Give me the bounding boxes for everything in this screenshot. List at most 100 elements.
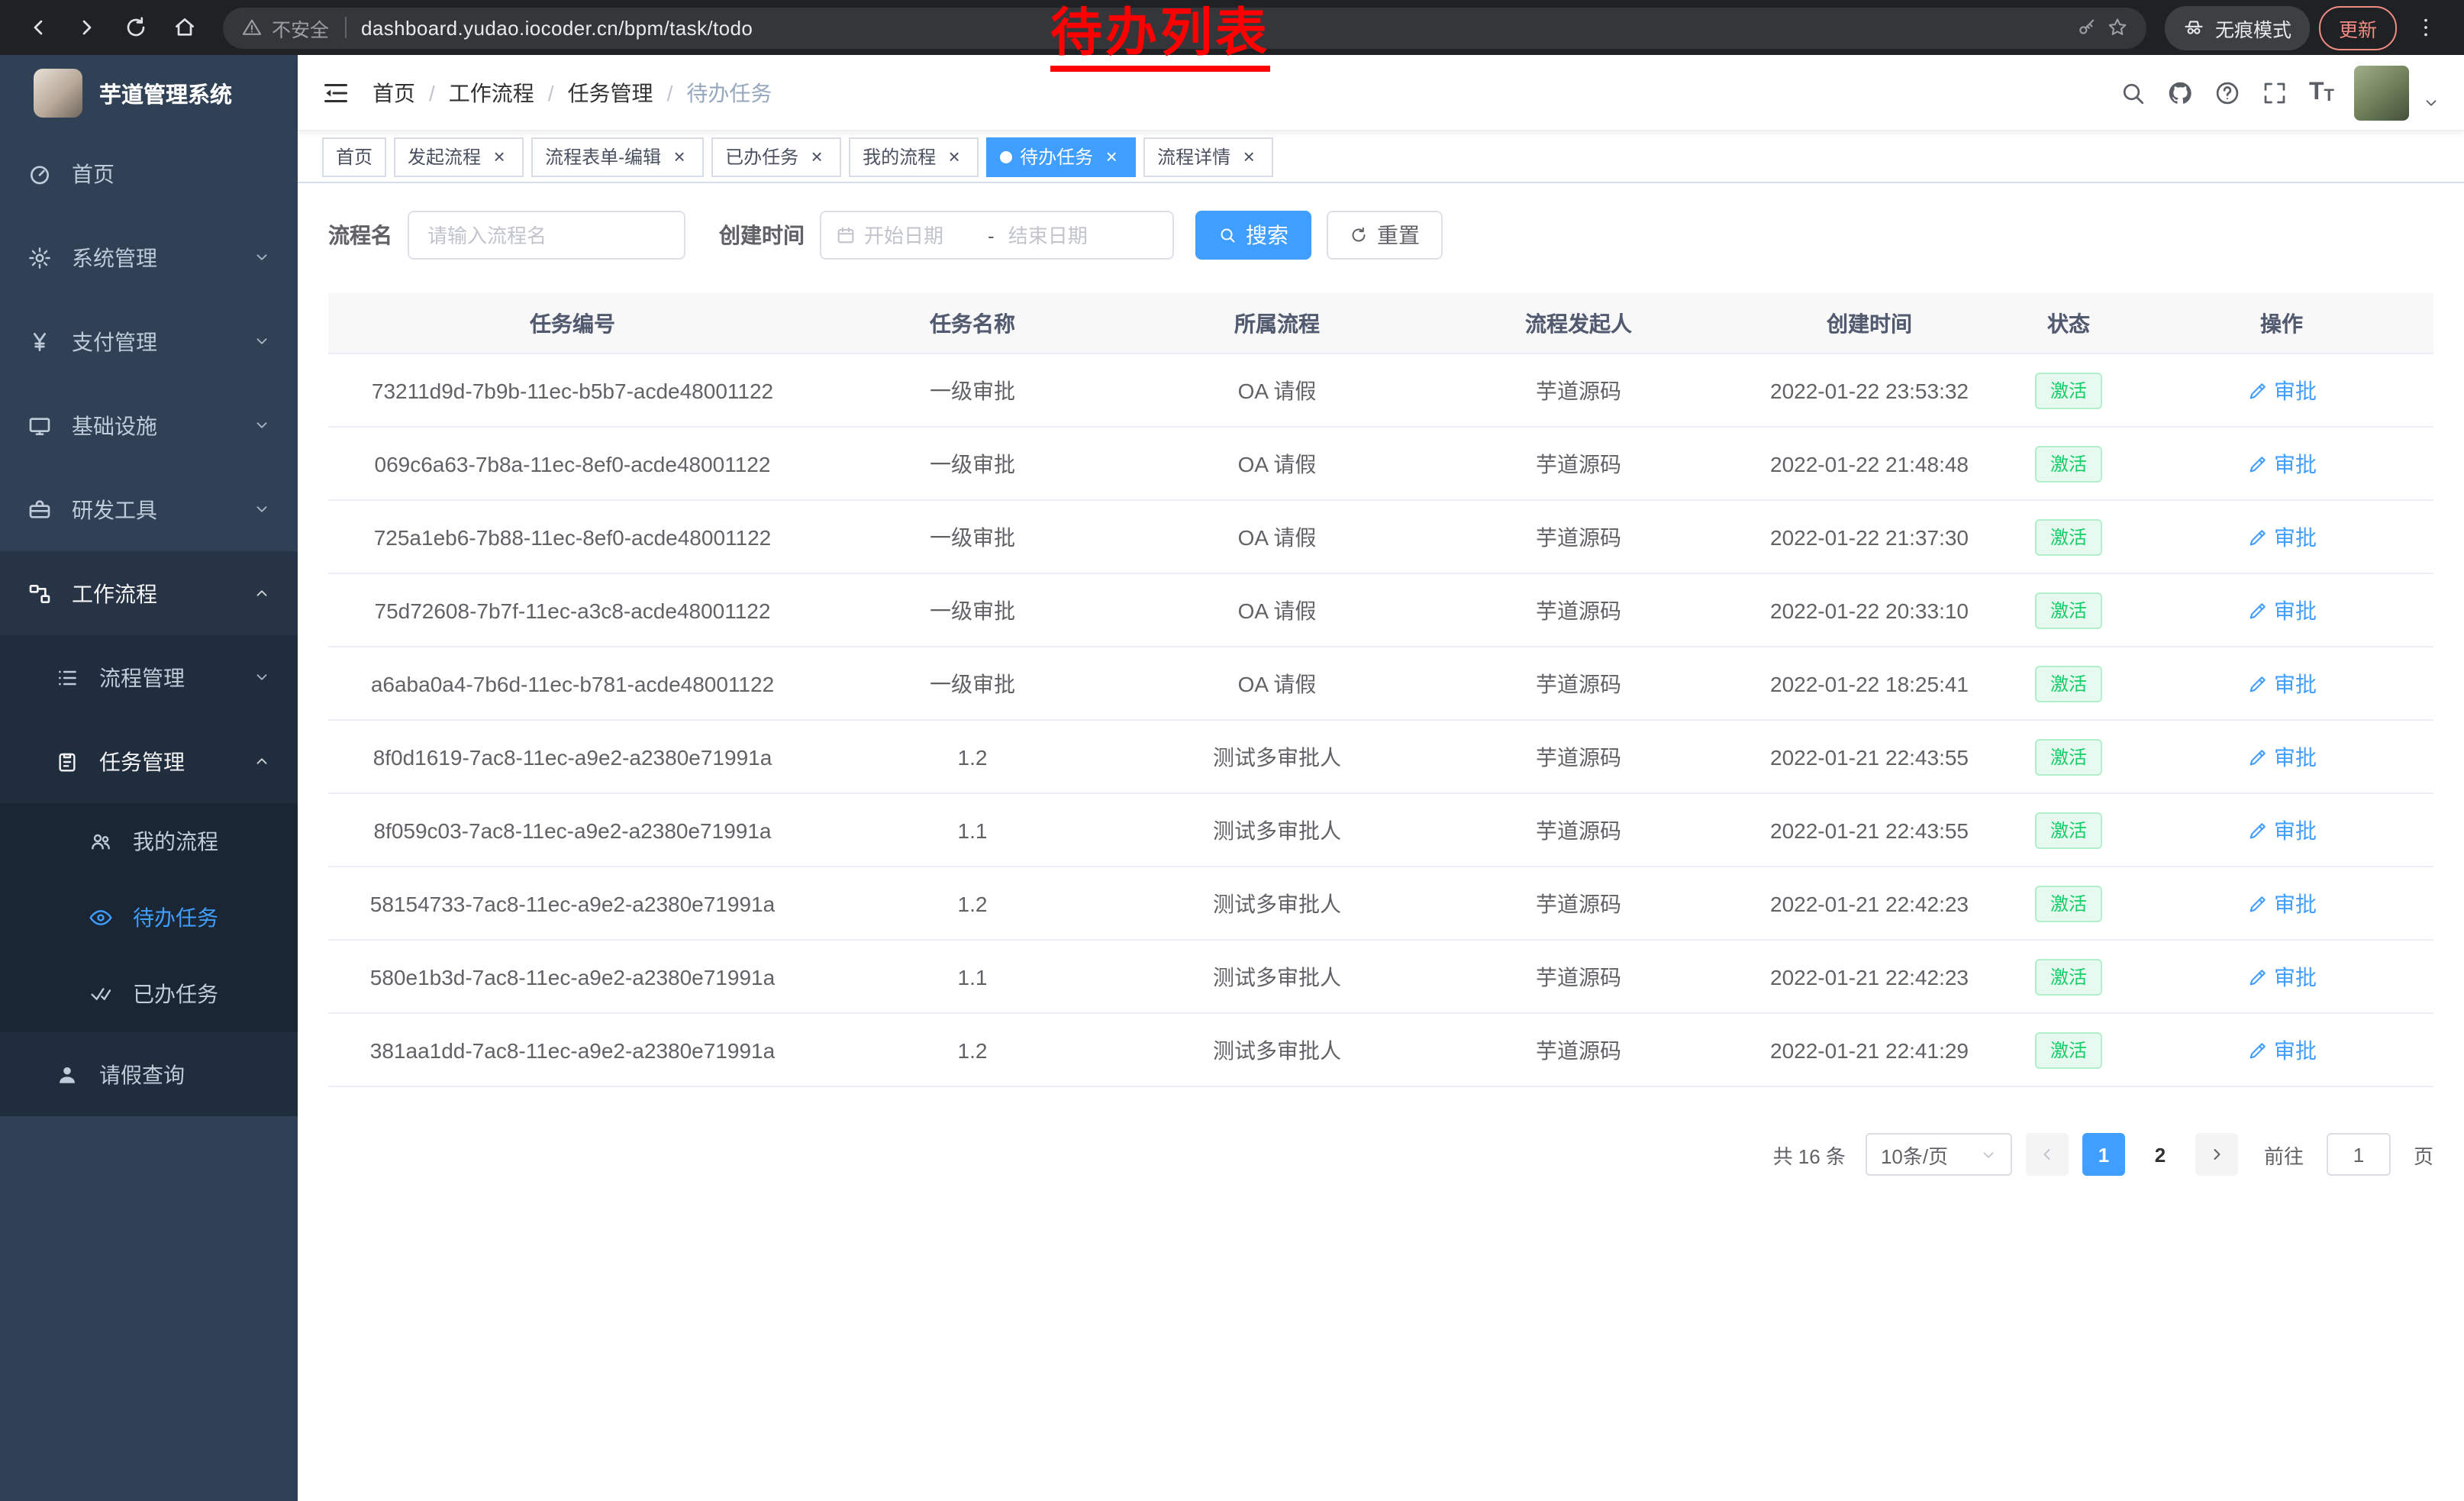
prev-page-button[interactable]	[2026, 1133, 2069, 1176]
font-size-icon[interactable]: TT	[2309, 80, 2334, 105]
cell-starter: 芋道源码	[1426, 961, 1731, 992]
close-icon[interactable]: ×	[669, 146, 690, 167]
forward-button[interactable]	[67, 8, 107, 47]
reload-button[interactable]	[116, 8, 156, 47]
next-page-button[interactable]	[2195, 1133, 2238, 1176]
search-icon[interactable]	[2120, 79, 2147, 106]
breadcrumb-task-management[interactable]: 任务管理	[568, 77, 653, 108]
sidebar-item-done-tasks[interactable]: 已办任务	[0, 956, 298, 1032]
cell-task-id: 8f0d1619-7ac8-11ec-a9e2-a2380e71991a	[328, 744, 817, 769]
page-1-button[interactable]: 1	[2082, 1133, 2125, 1176]
approve-link[interactable]: 审批	[2246, 815, 2317, 845]
avatar[interactable]	[2354, 65, 2409, 120]
tab-todo-tasks[interactable]: 待办任务×	[986, 137, 1136, 176]
table-row: 8f0d1619-7ac8-11ec-a9e2-a2380e71991a 1.2…	[328, 721, 2433, 794]
address-divider	[344, 17, 346, 38]
approve-link[interactable]: 审批	[2246, 521, 2317, 552]
sidebar-item-task-management[interactable]: 任务管理	[0, 719, 298, 803]
cell-process: 测试多审批人	[1128, 815, 1426, 845]
cell-task-name: 一级审批	[817, 375, 1128, 405]
close-icon[interactable]: ×	[1238, 146, 1259, 167]
edit-icon	[2246, 673, 2268, 694]
bookmark-star-icon[interactable]	[2107, 17, 2128, 38]
sidebar-item-leave-query[interactable]: 请假查询	[0, 1032, 298, 1116]
tab-home[interactable]: 首页	[322, 137, 386, 176]
breadcrumb-current: 待办任务	[686, 77, 772, 108]
address-bar[interactable]: 不安全 dashboard.yudao.iocoder.cn/bpm/task/…	[223, 7, 2146, 48]
cell-create-time: 2022-01-22 23:53:32	[1731, 378, 2008, 402]
breadcrumb-separator: /	[548, 80, 554, 105]
key-icon[interactable]	[2076, 17, 2098, 38]
create-time-label: 创建时间	[719, 220, 805, 250]
sidebar-item-infrastructure[interactable]: 基础设施	[0, 383, 298, 467]
close-icon[interactable]: ×	[1101, 146, 1122, 167]
page-size-select[interactable]: 10条/页	[1866, 1133, 2012, 1176]
tab-process-form-edit[interactable]: 流程表单-编辑×	[531, 137, 704, 176]
cell-task-name: 一级审批	[817, 521, 1128, 552]
start-date-input[interactable]	[864, 224, 974, 247]
page-2-button[interactable]: 2	[2139, 1133, 2182, 1176]
monitor-icon	[27, 413, 52, 437]
approve-link[interactable]: 审批	[2246, 961, 2317, 992]
approve-link[interactable]: 审批	[2246, 741, 2317, 772]
sidebar-item-todo-tasks[interactable]: 待办任务	[0, 880, 298, 956]
goto-page-input[interactable]	[2327, 1133, 2391, 1176]
tab-my-process[interactable]: 我的流程×	[849, 137, 979, 176]
filter-bar: 流程名 创建时间 - 搜索 重置	[328, 211, 2433, 260]
approve-link[interactable]: 审批	[2246, 1035, 2317, 1065]
cell-starter: 芋道源码	[1426, 741, 1731, 772]
sidebar-item-devtools[interactable]: 研发工具	[0, 467, 298, 551]
search-button[interactable]: 搜索	[1195, 211, 1311, 260]
logo[interactable]: 芋道管理系统	[0, 55, 298, 131]
date-range-picker[interactable]: -	[820, 211, 1174, 260]
reset-button[interactable]: 重置	[1327, 211, 1443, 260]
process-name-label: 流程名	[328, 220, 392, 250]
help-icon[interactable]	[2214, 79, 2242, 106]
fullscreen-icon[interactable]	[2262, 79, 2289, 106]
url-text: dashboard.yudao.iocoder.cn/bpm/task/todo	[361, 16, 753, 39]
sidebar-menu: 首页 系统管理 支付管理 基础设施	[0, 131, 298, 1116]
close-icon[interactable]: ×	[806, 146, 827, 167]
breadcrumb-separator: /	[667, 80, 673, 105]
sidebar-item-system[interactable]: 系统管理	[0, 215, 298, 299]
avatar-caret-icon[interactable]	[2423, 95, 2440, 111]
close-icon[interactable]: ×	[489, 146, 510, 167]
col-status: 状态	[2008, 308, 2130, 338]
sidebar-item-home[interactable]: 首页	[0, 131, 298, 215]
breadcrumb-workflow[interactable]: 工作流程	[449, 77, 534, 108]
sidebar-item-my-process[interactable]: 我的流程	[0, 803, 298, 880]
chevron-down-icon	[253, 417, 270, 434]
tab-start-process[interactable]: 发起流程×	[394, 137, 524, 176]
logo-image	[34, 69, 82, 118]
approve-link[interactable]: 审批	[2246, 375, 2317, 405]
github-icon[interactable]	[2167, 79, 2195, 106]
approve-link[interactable]: 审批	[2246, 595, 2317, 625]
table-row: 725a1eb6-7b88-11ec-8ef0-acde48001122 一级审…	[328, 501, 2433, 574]
sidebar-item-process-management[interactable]: 流程管理	[0, 635, 298, 719]
approve-link[interactable]: 审批	[2246, 448, 2317, 479]
sidebar-toggle[interactable]	[322, 79, 350, 106]
sidebar-item-workflow[interactable]: 工作流程	[0, 551, 298, 635]
back-button[interactable]	[18, 8, 58, 47]
menu-dots-icon[interactable]	[2406, 8, 2446, 47]
update-button[interactable]: 更新	[2319, 5, 2397, 50]
tab-done-tasks[interactable]: 已办任务×	[711, 137, 841, 176]
sidebar-item-payment[interactable]: 支付管理	[0, 299, 298, 383]
approve-link[interactable]: 审批	[2246, 668, 2317, 699]
status-badge: 激活	[2035, 665, 2102, 702]
table-row: 58154733-7ac8-11ec-a9e2-a2380e71991a 1.2…	[328, 867, 2433, 941]
cell-task-id: 73211d9d-7b9b-11ec-b5b7-acde48001122	[328, 378, 817, 402]
cell-starter: 芋道源码	[1426, 448, 1731, 479]
tab-process-detail[interactable]: 流程详情×	[1143, 137, 1273, 176]
chevron-up-icon	[253, 753, 270, 770]
warning-icon	[241, 17, 263, 38]
cell-starter: 芋道源码	[1426, 521, 1731, 552]
process-name-input[interactable]	[408, 211, 685, 260]
app-title: 芋道管理系统	[99, 77, 232, 109]
end-date-input[interactable]	[1008, 224, 1118, 247]
home-button[interactable]	[165, 8, 205, 47]
close-icon[interactable]: ×	[943, 146, 965, 167]
approve-link[interactable]: 审批	[2246, 888, 2317, 918]
breadcrumb-home[interactable]: 首页	[373, 77, 415, 108]
cell-process: OA 请假	[1128, 668, 1426, 699]
